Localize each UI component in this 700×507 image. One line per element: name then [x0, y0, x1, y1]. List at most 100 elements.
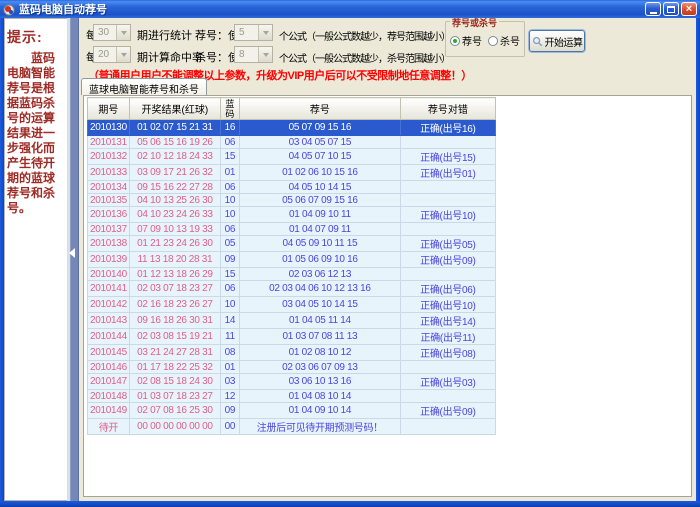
table-row[interactable]: 201014102 03 07 18 23 270602 03 04 06 10… [88, 281, 496, 297]
recommend-formula-select[interactable]: 5 [234, 24, 273, 41]
cell-blue: 06 [220, 136, 239, 149]
radio-button-icon[interactable] [450, 36, 460, 46]
recommend-formula-value: 5 [235, 25, 258, 40]
cell-recommend: 02 03 06 07 09 13 [239, 361, 400, 374]
cell-result: 00 00 00 00 00 00 [129, 419, 220, 435]
table-row[interactable]: 201014702 08 15 18 24 300303 06 10 13 16… [88, 374, 496, 390]
table-row[interactable]: 201013707 09 10 13 19 330601 04 07 09 11 [88, 223, 496, 236]
cell-recommend: 01 02 06 10 15 16 [239, 165, 400, 181]
app-icon [3, 3, 15, 15]
chevron-down-icon[interactable] [258, 25, 272, 40]
window-border-right [696, 16, 700, 507]
cell-period: 2010140 [88, 268, 130, 281]
cell-verdict: 正确(出号05) [400, 236, 495, 252]
cell-verdict: 正确(出号09) [400, 252, 495, 268]
table-row[interactable]: 201014309 16 18 26 30 311401 04 05 11 14… [88, 313, 496, 329]
cell-blue: 14 [220, 313, 239, 329]
radio-button-icon[interactable] [488, 36, 498, 46]
run-button-label: 开始运算 [545, 34, 583, 49]
cell-blue: 15 [220, 268, 239, 281]
window-title: 蓝码电脑自动荐号 [19, 1, 645, 17]
tab-blueball-recommend[interactable]: 蓝球电脑智能荐号和杀号 [81, 78, 207, 95]
hitrate-periods-select[interactable]: 20 [93, 46, 131, 63]
cell-blue: 12 [220, 390, 239, 403]
cell-verdict: 正确(出号09) [400, 403, 495, 419]
cell-recommend: 04 05 10 14 15 [239, 181, 400, 194]
table-header-row: 期号 开奖结果(红球) 蓝码 荐号 荐号对错 [88, 98, 496, 120]
stat-periods-select[interactable]: 30 [93, 24, 131, 41]
table-row[interactable]: 201013504 10 13 25 26 301005 06 07 09 15… [88, 194, 496, 207]
kill-formula-select[interactable]: 8 [234, 46, 273, 63]
cell-result: 02 16 18 23 26 27 [129, 297, 220, 313]
table-row[interactable]: 201014001 12 13 18 26 291502 03 06 12 13 [88, 268, 496, 281]
cell-recommend: 01 04 08 10 14 [239, 390, 400, 403]
chevron-down-icon[interactable] [116, 47, 130, 62]
cell-recommend: 03 04 05 07 15 [239, 136, 400, 149]
hint-body: 蓝码电脑智能荐号是根据蓝码杀号的运算结果进一步强化而产生待开期的蓝球荐号和杀号。 [7, 51, 66, 216]
table-row[interactable]: 201013801 21 23 24 26 300504 05 09 10 11… [88, 236, 496, 252]
table-row[interactable]: 201013303 09 17 21 26 320101 02 06 10 15… [88, 165, 496, 181]
cell-period: 2010145 [88, 345, 130, 361]
cell-recommend: 01 02 08 10 12 [239, 345, 400, 361]
table-row[interactable]: 201014503 21 24 27 28 310801 02 08 10 12… [88, 345, 496, 361]
cell-recommend: 04 05 07 10 15 [239, 149, 400, 165]
recommend-formula-note: 个公式（一般公式数越少，荐号范围越小） [279, 28, 450, 43]
cell-period: 2010139 [88, 252, 130, 268]
cell-result: 01 21 23 24 26 30 [129, 236, 220, 252]
cell-period: 2010135 [88, 194, 130, 207]
table-row[interactable]: 201014402 03 08 15 19 211101 03 07 08 11… [88, 329, 496, 345]
panel-splitter[interactable] [67, 18, 79, 501]
cell-recommend: 02 03 06 12 13 [239, 268, 400, 281]
cell-period: 2010137 [88, 223, 130, 236]
table-row[interactable]: 201014202 16 18 23 26 271003 04 05 10 14… [88, 297, 496, 313]
table-row[interactable]: 待开00 00 00 00 00 0000注册后可见待开期预测号码！ [88, 419, 496, 435]
maximize-button[interactable] [663, 2, 679, 16]
cell-recommend: 01 04 05 11 14 [239, 313, 400, 329]
table-row[interactable]: 201013911 13 18 20 28 310901 05 06 09 10… [88, 252, 496, 268]
table-row[interactable]: 201013105 06 15 16 19 260603 04 05 07 15 [88, 136, 496, 149]
close-button[interactable]: × [681, 2, 697, 16]
title-bar[interactable]: 蓝码电脑自动荐号 × [0, 0, 700, 18]
minimize-button[interactable] [645, 2, 661, 16]
cell-verdict [400, 181, 495, 194]
mode-groupbox: 荐号或杀号 荐号 杀号 [445, 21, 525, 57]
cell-period: 2010149 [88, 403, 130, 419]
cell-period: 2010147 [88, 374, 130, 390]
cell-result: 01 17 18 22 25 32 [129, 361, 220, 374]
table-row[interactable]: 201013604 10 23 24 26 331001 04 09 10 11… [88, 207, 496, 223]
table-row[interactable]: 201014801 03 07 18 23 271201 04 08 10 14 [88, 390, 496, 403]
table-row[interactable]: 201013001 02 07 15 21 311605 07 09 15 16… [88, 120, 496, 136]
collapse-left-icon[interactable] [69, 248, 75, 258]
window-border-bottom[interactable] [0, 501, 700, 507]
cell-verdict: 正确(出号10) [400, 297, 495, 313]
run-button[interactable]: 开始运算 [529, 30, 585, 52]
cell-result: 09 15 16 22 27 28 [129, 181, 220, 194]
cell-blue: 15 [220, 149, 239, 165]
cell-period: 2010133 [88, 165, 130, 181]
cell-verdict: 正确(出号14) [400, 313, 495, 329]
chevron-down-icon[interactable] [258, 47, 272, 62]
cell-verdict [400, 419, 495, 435]
chevron-down-icon[interactable] [116, 25, 130, 40]
table-row[interactable]: 201013202 10 12 18 24 331504 05 07 10 15… [88, 149, 496, 165]
cell-period: 2010134 [88, 181, 130, 194]
table-row[interactable]: 201013409 15 16 22 27 280604 05 10 14 15 [88, 181, 496, 194]
cell-period: 2010148 [88, 390, 130, 403]
hitrate-periods-value: 20 [94, 47, 116, 62]
cell-blue: 10 [220, 207, 239, 223]
cell-result: 02 03 07 18 23 27 [129, 281, 220, 297]
cell-result: 11 13 18 20 28 31 [129, 252, 220, 268]
cell-result: 01 02 07 15 21 31 [129, 120, 220, 136]
cell-recommend: 03 04 05 10 14 15 [239, 297, 400, 313]
cell-verdict [400, 223, 495, 236]
cell-verdict [400, 194, 495, 207]
cell-blue: 16 [220, 120, 239, 136]
kill-formula-value: 8 [235, 47, 258, 62]
table-row[interactable]: 201014601 17 18 22 25 320102 03 06 07 09… [88, 361, 496, 374]
radio-recommend[interactable]: 荐号 [450, 33, 482, 48]
cell-period: 2010136 [88, 207, 130, 223]
table-row[interactable]: 201014902 07 08 16 25 300901 04 09 10 14… [88, 403, 496, 419]
radio-kill[interactable]: 杀号 [488, 33, 520, 48]
cell-result: 03 21 24 27 28 31 [129, 345, 220, 361]
cell-result: 02 08 15 18 24 30 [129, 374, 220, 390]
